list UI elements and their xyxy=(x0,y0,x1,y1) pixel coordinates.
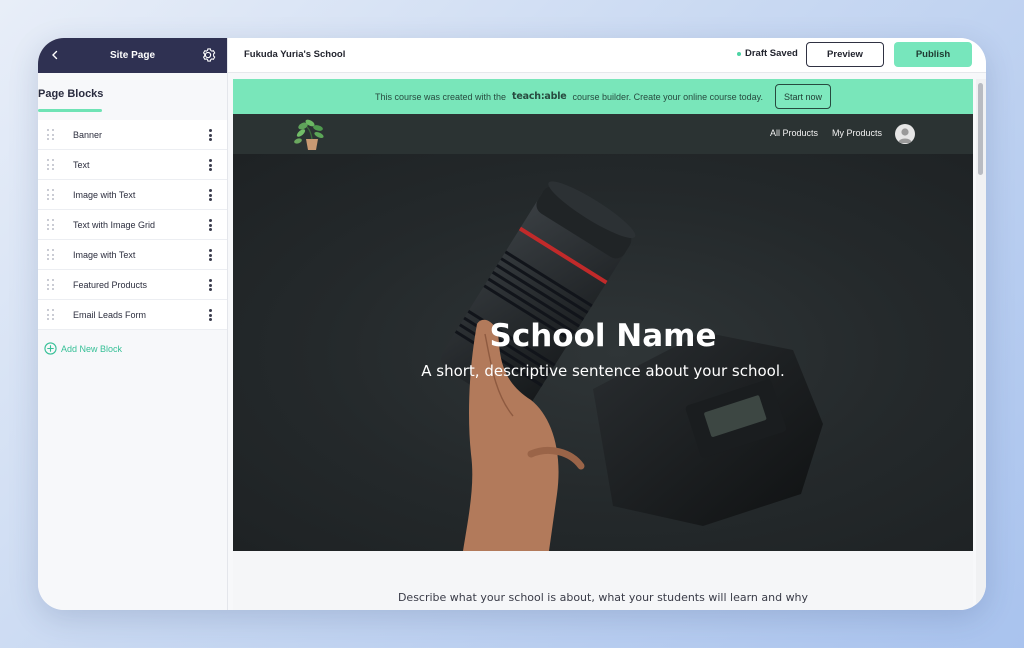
block-label: Text with Image Grid xyxy=(73,219,156,230)
promo-banner: This course was created with the teach:a… xyxy=(233,79,973,114)
plus-circle-icon xyxy=(44,342,57,355)
block-label: Text xyxy=(73,159,90,170)
hero-banner: School Name A short, descriptive sentenc… xyxy=(233,154,973,551)
draft-status: Draft Saved xyxy=(737,48,798,59)
drag-handle-icon[interactable] xyxy=(47,249,55,261)
school-title: Fukuda Yuria's School xyxy=(244,49,346,60)
gear-icon[interactable] xyxy=(199,46,217,64)
drag-handle-icon[interactable] xyxy=(47,189,55,201)
sidebar: Site Page Page Blocks Banner Text Image … xyxy=(38,38,228,610)
back-arrow-icon[interactable] xyxy=(47,47,63,63)
add-new-block-button[interactable]: Add New Block xyxy=(44,342,122,355)
block-label: Featured Products xyxy=(73,279,148,290)
block-item[interactable]: Featured Products xyxy=(38,270,227,300)
hero-subtitle[interactable]: A short, descriptive sentence about your… xyxy=(233,362,973,380)
school-description[interactable]: Describe what your school is about, what… xyxy=(233,591,973,604)
drag-handle-icon[interactable] xyxy=(47,309,55,321)
status-dot-icon xyxy=(737,51,741,56)
more-options-icon[interactable] xyxy=(207,249,213,261)
sidebar-header: Site Page xyxy=(38,38,227,73)
more-options-icon[interactable] xyxy=(207,129,213,141)
block-item[interactable]: Banner xyxy=(38,120,227,150)
more-options-icon[interactable] xyxy=(207,279,213,291)
preview-button[interactable]: Preview xyxy=(806,42,884,67)
more-options-icon[interactable] xyxy=(207,219,213,231)
block-list: Banner Text Image with Text Text with Im… xyxy=(38,120,227,330)
drag-handle-icon[interactable] xyxy=(47,129,55,141)
block-label: Image with Text xyxy=(73,189,136,200)
drag-handle-icon[interactable] xyxy=(47,219,55,231)
page-blocks-tab[interactable]: Page Blocks xyxy=(38,88,103,100)
more-options-icon[interactable] xyxy=(207,159,213,171)
drag-handle-icon[interactable] xyxy=(47,159,55,171)
preview-scrollbar[interactable] xyxy=(976,79,986,610)
sidebar-title: Site Page xyxy=(109,50,156,61)
hero-title[interactable]: School Name xyxy=(233,318,973,354)
draft-status-label: Draft Saved xyxy=(745,48,798,59)
block-label: Banner xyxy=(73,129,103,140)
block-item[interactable]: Email Leads Form xyxy=(38,300,227,330)
site-navbar: All Products My Products xyxy=(233,114,973,154)
drag-handle-icon[interactable] xyxy=(47,279,55,291)
top-bar: Fukuda Yuria's School Draft Saved Previe… xyxy=(228,38,986,73)
promo-text-after: course builder. Create your online cours… xyxy=(572,91,763,102)
block-item[interactable]: Text xyxy=(38,150,227,180)
more-options-icon[interactable] xyxy=(207,189,213,201)
promo-text-before: This course was created with the xyxy=(374,91,507,102)
scrollbar-thumb[interactable] xyxy=(978,83,983,175)
block-item[interactable]: Text with Image Grid xyxy=(38,210,227,240)
app-window: Site Page Page Blocks Banner Text Image … xyxy=(38,38,986,610)
plant-logo-icon[interactable] xyxy=(291,117,329,153)
start-now-button[interactable]: Start now xyxy=(774,84,832,109)
avatar[interactable] xyxy=(895,124,915,144)
teachable-logo: teach:able xyxy=(512,91,567,102)
block-label: Image with Text xyxy=(73,249,136,260)
publish-button[interactable]: Publish xyxy=(894,42,972,67)
nav-my-products[interactable]: My Products xyxy=(832,128,882,138)
block-item[interactable]: Image with Text xyxy=(38,180,227,210)
page-preview: This course was created with the teach:a… xyxy=(233,79,973,610)
block-item[interactable]: Image with Text xyxy=(38,240,227,270)
more-options-icon[interactable] xyxy=(207,309,213,321)
nav-all-products[interactable]: All Products xyxy=(770,128,818,138)
tab-underline xyxy=(38,109,102,112)
add-new-block-label: Add New Block xyxy=(61,343,123,354)
block-label: Email Leads Form xyxy=(73,309,147,320)
